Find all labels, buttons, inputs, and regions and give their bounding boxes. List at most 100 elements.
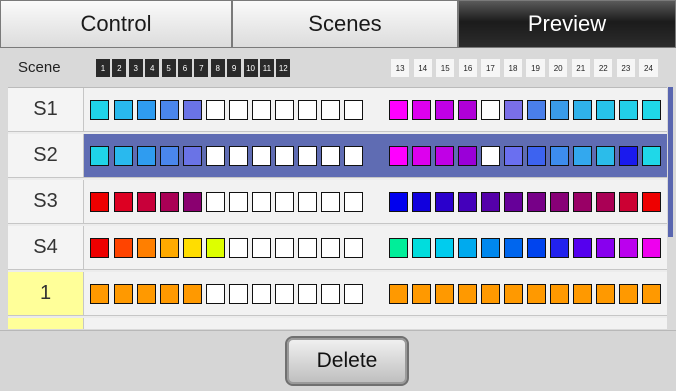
scene-row[interactable]: 2 <box>8 318 667 329</box>
channel-color-cell <box>412 100 431 120</box>
channel-color-cell <box>596 238 615 258</box>
channel-color-cell <box>297 284 317 304</box>
tab-control[interactable]: Control <box>0 0 232 48</box>
channel-color-cell <box>343 192 363 212</box>
channel-number: 3 <box>128 59 143 77</box>
channel-color-cell <box>458 146 477 166</box>
channel-color-cell <box>274 146 294 166</box>
channel-number: 20 <box>549 59 568 77</box>
channel-color-cell <box>113 100 133 120</box>
channel-number: 24 <box>639 59 658 77</box>
channel-color-cell <box>573 100 592 120</box>
channel-color-cell <box>274 192 294 212</box>
channel-color-cell <box>343 284 363 304</box>
channel-color-cell <box>90 192 109 212</box>
channel-color-cell <box>412 146 431 166</box>
channel-number: 15 <box>436 59 455 77</box>
channel-number: 7 <box>194 59 209 77</box>
channel-color-cell <box>159 238 179 258</box>
channel-color-cell <box>320 284 340 304</box>
channel-color-cell <box>136 192 156 212</box>
channel-color-cell <box>619 238 638 258</box>
channel-color-cell <box>136 100 156 120</box>
channel-color-cell <box>481 284 500 304</box>
channel-color-cell <box>297 146 317 166</box>
channel-color-cell <box>159 192 179 212</box>
channel-color-cell <box>435 192 454 212</box>
channel-color-cell <box>320 146 340 166</box>
channel-color-cell <box>412 192 431 212</box>
scene-row[interactable]: S2 <box>8 134 667 178</box>
channel-color-cell <box>596 284 615 304</box>
channel-number: 21 <box>571 59 590 77</box>
channel-number: 6 <box>177 59 192 77</box>
scene-row[interactable]: 1 <box>8 272 667 316</box>
channel-number: 5 <box>161 59 176 77</box>
tab-scenes[interactable]: Scenes <box>232 0 458 48</box>
tab-bar: Control Scenes Preview <box>0 0 676 48</box>
channel-color-cell <box>90 146 109 166</box>
channel-color-cell <box>527 238 546 258</box>
channel-color-cell <box>90 284 109 304</box>
channel-number: 12 <box>276 59 291 77</box>
channel-color-cell <box>320 238 340 258</box>
channel-color-cell <box>90 100 109 120</box>
channel-color-cell <box>389 192 408 212</box>
channel-color-cell <box>274 238 294 258</box>
channel-color-cell <box>297 100 317 120</box>
channel-color-cell <box>412 238 431 258</box>
channel-color-cell <box>527 100 546 120</box>
scene-row[interactable]: S1 <box>8 88 667 132</box>
channel-color-cell <box>619 146 638 166</box>
channel-color-cell <box>136 238 156 258</box>
channel-color-cell <box>297 238 317 258</box>
channel-color-cell <box>182 284 202 304</box>
channel-color-cell <box>159 100 179 120</box>
channel-color-cell <box>481 100 500 120</box>
channel-color-cell <box>596 100 615 120</box>
channel-color-cell <box>435 146 454 166</box>
scene-header-label: Scene <box>18 59 61 76</box>
channel-color-cell <box>504 284 523 304</box>
scene-row-label: S4 <box>8 226 84 269</box>
channel-color-cell <box>481 192 500 212</box>
channel-color-cell <box>389 238 408 258</box>
channel-color-cell <box>412 284 431 304</box>
scene-list[interactable]: S1S2S3S41 2 <box>8 87 667 329</box>
channel-color-cell <box>228 100 248 120</box>
channel-color-cell <box>343 238 363 258</box>
channel-color-cell <box>458 284 477 304</box>
channel-color-cell <box>642 284 661 304</box>
channel-number: 16 <box>458 59 477 77</box>
tab-preview[interactable]: Preview <box>458 0 676 48</box>
channel-numbers-1-12: 1 2 3 4 5 6 7 8 9 10 11 12 <box>96 59 293 77</box>
channel-number: 11 <box>259 59 274 77</box>
channel-number: 22 <box>594 59 613 77</box>
channel-color-cell <box>182 238 202 258</box>
channel-color-cell <box>274 284 294 304</box>
channel-color-cell <box>550 146 569 166</box>
channel-color-cell <box>113 146 133 166</box>
channel-color-cell <box>136 284 156 304</box>
channel-color-cell <box>550 192 569 212</box>
channel-color-cell <box>228 192 248 212</box>
channel-color-cell <box>205 238 225 258</box>
channel-color-cell <box>527 146 546 166</box>
channel-color-cell <box>642 146 661 166</box>
channel-color-cell <box>90 238 109 258</box>
channel-color-cell <box>527 284 546 304</box>
scene-row-label: S2 <box>8 134 84 177</box>
channel-number: 14 <box>413 59 432 77</box>
delete-button[interactable]: Delete <box>285 336 409 386</box>
channel-color-cell <box>642 100 661 120</box>
channel-color-cell <box>320 192 340 212</box>
scene-header: Scene 1 2 3 4 5 6 7 8 9 10 11 12 13 14 15 16 17 18 19 20 21… <box>0 55 676 83</box>
scene-row-label: 1 <box>8 272 84 315</box>
channel-color-cell <box>228 238 248 258</box>
scene-row[interactable]: S4 <box>8 226 667 270</box>
scene-list-scrollbar[interactable] <box>668 87 673 237</box>
channel-color-cell <box>320 100 340 120</box>
scene-row[interactable]: S3 <box>8 180 667 224</box>
channel-color-cell <box>182 100 202 120</box>
channel-color-cell <box>251 192 271 212</box>
